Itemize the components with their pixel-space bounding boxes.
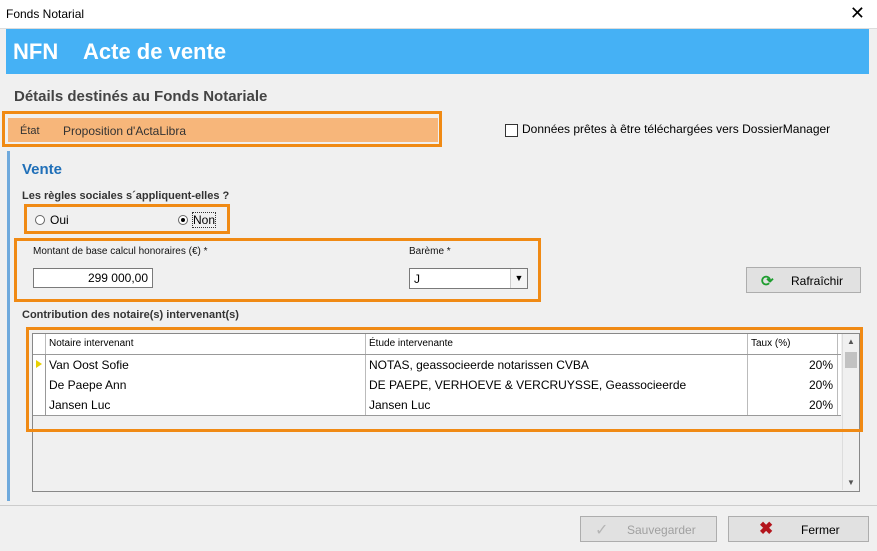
checkmark-icon: ✓ — [595, 522, 609, 539]
social-rules-question: Les règles sociales s´appliquent-elles ? — [22, 190, 230, 202]
montant-input[interactable]: 299 000,00 — [33, 268, 153, 288]
vente-title: Vente — [22, 161, 63, 178]
dossiermanager-checkbox[interactable] — [505, 124, 518, 137]
scroll-down-icon[interactable]: ▼ — [847, 478, 855, 487]
window-titlebar: Fonds Notarial ✕ — [0, 0, 877, 29]
refresh-button[interactable]: ⟳ Rafraîchir — [746, 267, 861, 293]
window-title: Fonds Notarial — [6, 7, 85, 21]
page-header: NFN Acte de vente — [6, 29, 869, 74]
bareme-label: Barème * — [409, 246, 451, 257]
state-value: Proposition d'ActaLibra — [63, 124, 187, 138]
close-label: Fermer — [801, 523, 840, 537]
page-title: Acte de vente — [83, 39, 227, 64]
refresh-icon: ⟳ — [761, 273, 774, 290]
grid-highlight — [26, 327, 863, 432]
bareme-select[interactable]: J ▼ — [409, 268, 528, 289]
refresh-label: Rafraîchir — [791, 274, 844, 288]
radio-non[interactable] — [178, 215, 188, 225]
radio-oui[interactable] — [35, 215, 45, 225]
radio-non-label[interactable]: Non — [191, 212, 217, 228]
dossiermanager-checkbox-label[interactable]: Données prêtes à être téléchargées vers … — [522, 122, 830, 136]
close-x-icon: ✖ — [759, 519, 774, 538]
chevron-down-icon[interactable]: ▼ — [510, 269, 527, 288]
section-title: Détails destinés au Fonds Notariale — [14, 88, 268, 105]
save-label: Sauvegarder — [627, 523, 696, 537]
footer-divider — [0, 505, 877, 506]
radio-oui-label[interactable]: Oui — [50, 213, 69, 227]
montant-label: Montant de base calcul honoraires (€) * — [33, 246, 208, 257]
state-label: État — [20, 125, 40, 137]
contribution-label: Contribution des notaire(s) intervenant(… — [22, 309, 239, 321]
bareme-value: J — [414, 272, 420, 286]
close-button[interactable]: ✖ Fermer — [728, 516, 869, 542]
header-prefix: NFN — [13, 39, 59, 64]
save-button[interactable]: ✓ Sauvegarder — [580, 516, 717, 542]
close-icon[interactable]: ✕ — [850, 3, 865, 23]
